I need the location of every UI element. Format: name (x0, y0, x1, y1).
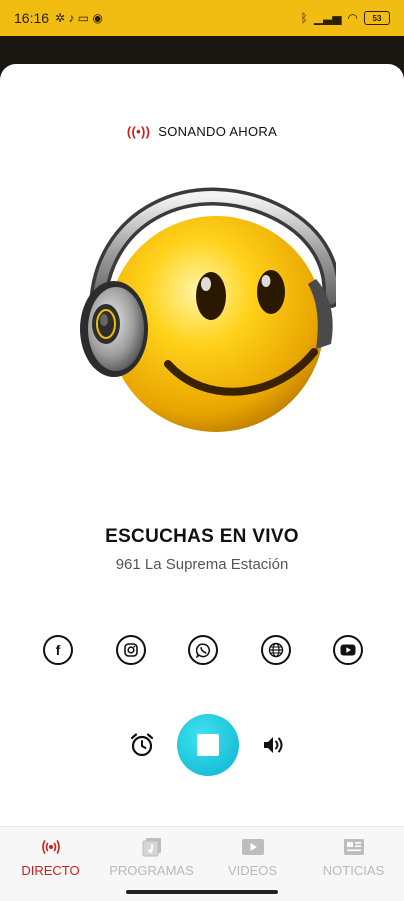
status-right: ᛒ ▁▃▅ ◠ 53 (301, 11, 390, 25)
bluetooth-icon: ᛒ (300, 11, 308, 25)
home-indicator[interactable] (126, 890, 278, 894)
nav-directo[interactable]: DIRECTO (0, 827, 101, 901)
nav-label-programas: PROGRAMAS (109, 863, 194, 878)
live-broadcast-icon: ((•)) (126, 124, 151, 139)
nav-label-directo: DIRECTO (21, 863, 80, 878)
stop-icon (197, 734, 219, 756)
player-controls (0, 714, 404, 776)
live-icon (41, 837, 61, 857)
video-icon (241, 837, 265, 857)
website-icon (268, 642, 283, 658)
youtube-button[interactable] (333, 635, 363, 665)
nav-label-noticias: NOTICIAS (322, 863, 385, 878)
battery-icon: 53 (364, 11, 390, 25)
status-time: 16:16 (14, 10, 50, 26)
instagram-button[interactable] (115, 635, 146, 665)
signal-icon: ▁▃▅ (313, 11, 342, 25)
alarm-clock-icon[interactable] (129, 732, 155, 758)
status-left: 16:16 ✲ ♪ ▭ ◉ (14, 10, 103, 26)
wifi-icon: ◠ (347, 11, 358, 25)
whatsapp-icon (195, 642, 210, 658)
website-button[interactable] (260, 635, 291, 665)
nav-noticias[interactable]: NOTICIAS (303, 827, 404, 901)
youtube-icon (340, 644, 356, 656)
nav-label-videos: VIDEOS (227, 863, 278, 878)
volume-icon[interactable] (262, 734, 286, 756)
programs-icon (142, 837, 162, 857)
social-links: f (43, 635, 363, 665)
station-subtitle: 961 La Suprema Estación (115, 556, 289, 573)
news-icon (343, 837, 365, 857)
stop-button[interactable] (177, 714, 239, 776)
notification-icons: ✲ ♪ ▭ ◉ (55, 11, 103, 25)
facebook-icon: f (55, 642, 61, 658)
battery-level: 53 (372, 13, 382, 23)
now-playing: ((•)) SONANDO AHORA (0, 124, 404, 139)
player-card: ((•)) SONANDO AHORA ESCUCHAS EN VIVO 961… (0, 64, 404, 900)
now-playing-label: SONANDO AHORA (158, 124, 278, 139)
facebook-button[interactable]: f (43, 635, 73, 665)
whatsapp-button[interactable] (188, 635, 218, 665)
instagram-icon (123, 643, 138, 657)
status-bar: 16:16 ✲ ♪ ▭ ◉ ᛒ ▁▃▅ ◠ 53 (0, 0, 404, 36)
station-title: ESCUCHAS EN VIVO (105, 526, 299, 547)
station-artwork (80, 187, 336, 432)
